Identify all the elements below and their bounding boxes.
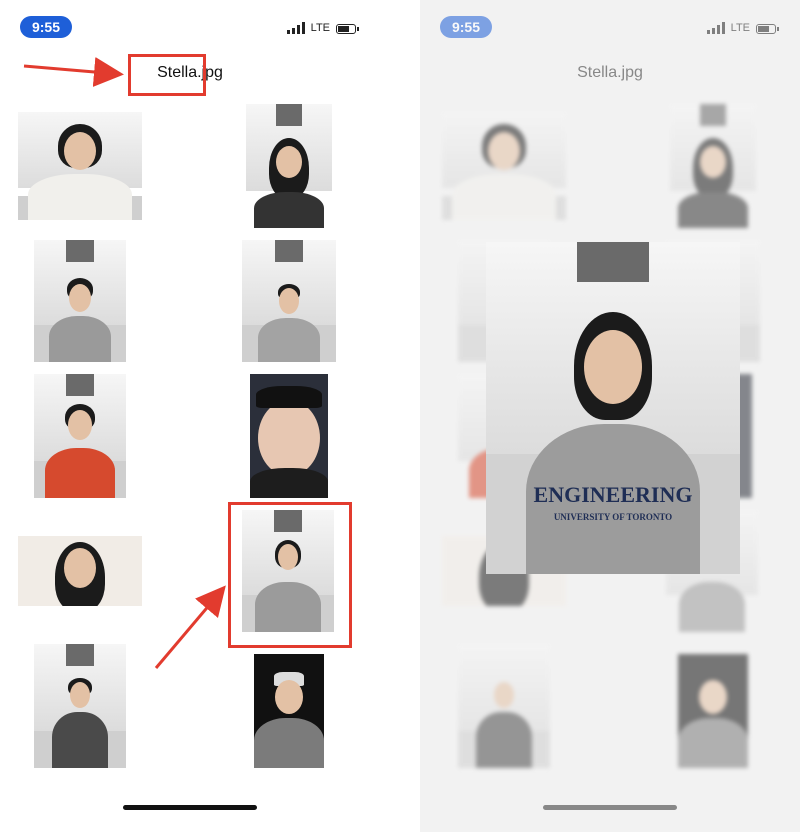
- network-status: LTE: [286, 20, 359, 34]
- photo-thumbnail: [678, 654, 748, 768]
- network-label: LTE: [310, 22, 330, 34]
- photo-thumbnail[interactable]: [34, 374, 126, 498]
- photo-thumbnail: [670, 104, 756, 228]
- title-highlight-box: [128, 54, 206, 96]
- photo-thumbnail[interactable]: [250, 374, 328, 498]
- status-time: 9:55: [20, 16, 72, 38]
- preview-image: ENGINEERING UNIVERSITY OF TORONTO: [486, 242, 740, 574]
- photo-thumbnail[interactable]: [254, 654, 324, 768]
- signal-icon: [286, 22, 305, 34]
- home-indicator[interactable]: [123, 805, 257, 810]
- battery-icon: [336, 24, 359, 34]
- photo-thumbnail[interactable]: [18, 112, 142, 220]
- photo-thumbnail[interactable]: [246, 104, 332, 228]
- selected-photo-highlight: [228, 502, 352, 648]
- home-indicator[interactable]: [543, 805, 677, 810]
- photo-thumbnail: [442, 112, 566, 220]
- hoodie-text-engineering: ENGINEERING: [533, 482, 693, 507]
- status-bar: 9:55 LTE: [0, 12, 380, 42]
- phone-screen-right: 9:55 LTE Stella.jpg ENGINEERING UNIVERSI…: [420, 0, 800, 832]
- photo-thumbnail[interactable]: [34, 644, 126, 768]
- phone-screen-left: 9:55 LTE Stella.jpg: [0, 0, 380, 832]
- photo-thumbnail: [458, 644, 550, 768]
- photo-preview[interactable]: ENGINEERING UNIVERSITY OF TORONTO: [486, 242, 740, 574]
- photo-thumbnail[interactable]: [242, 240, 336, 362]
- photo-thumbnail[interactable]: [34, 240, 126, 362]
- hoodie-text-university: UNIVERSITY OF TORONTO: [553, 512, 673, 522]
- photo-thumbnail[interactable]: [18, 536, 142, 606]
